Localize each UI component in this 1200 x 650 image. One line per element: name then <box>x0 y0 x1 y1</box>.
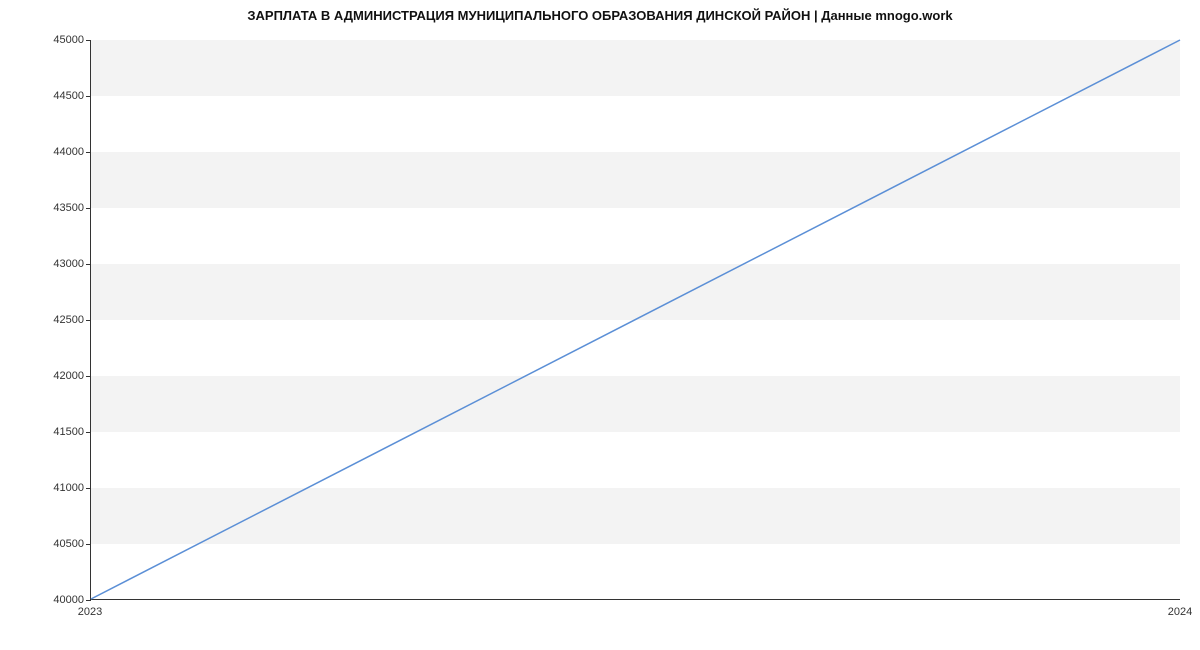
y-tick-label: 43000 <box>4 258 84 270</box>
y-tick-label: 42000 <box>4 370 84 382</box>
y-tick <box>86 152 91 153</box>
chart-container: ЗАРПЛАТА В АДМИНИСТРАЦИЯ МУНИЦИПАЛЬНОГО … <box>0 0 1200 650</box>
line-series <box>91 40 1180 599</box>
y-tick <box>86 376 91 377</box>
y-tick <box>86 320 91 321</box>
series-line <box>91 40 1180 599</box>
y-tick <box>86 96 91 97</box>
y-tick-label: 40500 <box>4 538 84 550</box>
y-tick-label: 45000 <box>4 34 84 46</box>
y-tick-label: 40000 <box>4 594 84 606</box>
y-tick-label: 42500 <box>4 314 84 326</box>
y-tick <box>86 600 91 601</box>
y-tick-label: 44500 <box>4 90 84 102</box>
y-tick <box>86 432 91 433</box>
y-tick-label: 43500 <box>4 202 84 214</box>
y-tick <box>86 208 91 209</box>
y-tick-label: 41500 <box>4 426 84 438</box>
y-tick-label: 41000 <box>4 482 84 494</box>
y-tick <box>86 544 91 545</box>
y-tick <box>86 488 91 489</box>
plot-area <box>90 40 1180 600</box>
chart-title: ЗАРПЛАТА В АДМИНИСТРАЦИЯ МУНИЦИПАЛЬНОГО … <box>0 8 1200 23</box>
x-tick-label: 2023 <box>78 606 102 618</box>
x-tick-label: 2024 <box>1168 606 1192 618</box>
y-tick-label: 44000 <box>4 146 84 158</box>
y-tick <box>86 40 91 41</box>
y-tick <box>86 264 91 265</box>
